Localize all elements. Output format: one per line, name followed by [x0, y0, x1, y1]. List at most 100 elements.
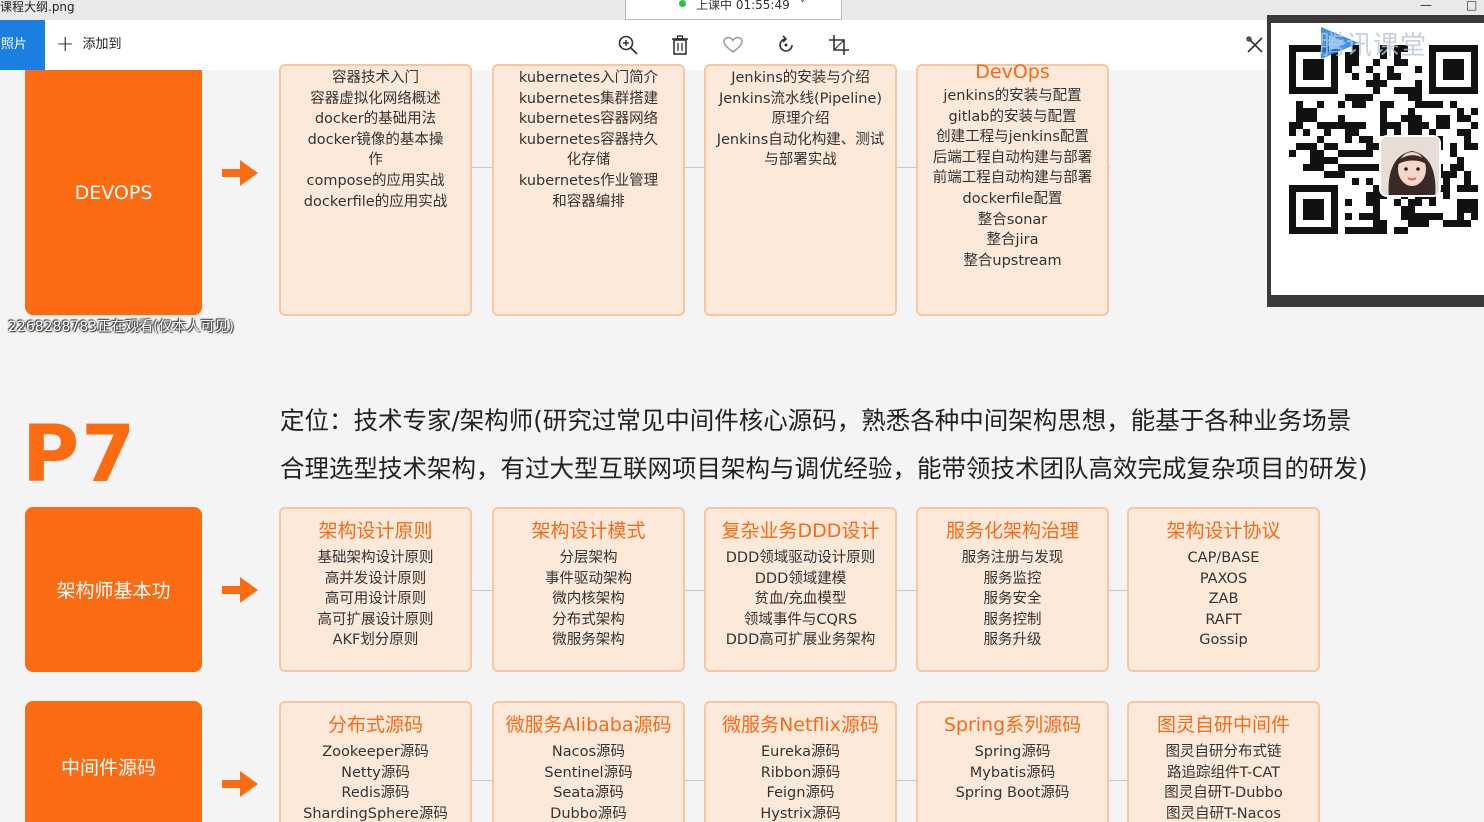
heart-icon[interactable] — [722, 34, 744, 56]
qr-module — [1345, 136, 1352, 143]
qr-module — [1317, 157, 1324, 164]
qr-module — [1296, 108, 1303, 115]
architect-card: 服务化架构治理 服务注册与发现 服务监控 服务安全 服务控制 服务升级 — [916, 507, 1109, 672]
arrow-right-icon — [222, 160, 258, 186]
qr-module — [1408, 94, 1415, 101]
card-item: 事件驱动架构 — [545, 570, 632, 587]
card-item: 容器技术入门 — [332, 70, 419, 86]
qr-module — [1443, 122, 1450, 129]
qr-module — [1296, 115, 1303, 122]
card-item: dockerfile配置 — [962, 190, 1063, 207]
card-item: gitlab的安装与配置 — [948, 108, 1077, 125]
window-titlebar: 课程大纲.png 上课中 01:55:49 ˅ — □ — [0, 0, 1484, 20]
qr-module — [1436, 122, 1443, 129]
qr-module — [1352, 94, 1359, 101]
live-timer[interactable]: 上课中 01:55:49 ˅ — [625, 0, 842, 20]
qr-module — [1422, 213, 1429, 220]
card-item: Nacos源码 — [551, 744, 626, 760]
qr-module — [1338, 171, 1345, 178]
qr-module — [1401, 115, 1408, 122]
qr-module — [1359, 136, 1366, 143]
card-item: ZAB — [1208, 591, 1239, 608]
qr-module — [1450, 150, 1457, 157]
middleware-card-title: 微服务Alibaba源码 — [505, 714, 672, 736]
qr-module — [1471, 185, 1478, 192]
qr-module — [1338, 115, 1345, 122]
card-item: kubernetes容器网络 — [518, 111, 659, 128]
qr-module — [1296, 122, 1303, 129]
qr-module — [1317, 164, 1324, 171]
chevron-down-icon[interactable]: ˅ — [800, 0, 806, 12]
devops-category-label: DEVOPS — [74, 181, 153, 204]
viewer-toolbar: 有照片 + 添加到 — [0, 20, 1484, 70]
qr-module — [1373, 227, 1380, 234]
arrow-right-icon — [222, 577, 258, 603]
card-item: compose的应用实战 — [306, 172, 445, 189]
qr-module — [1457, 206, 1464, 213]
edit-icon[interactable] — [1244, 34, 1266, 56]
qr-module — [1289, 122, 1296, 129]
card-item: 创建工程与jenkins配置 — [936, 129, 1089, 146]
qr-module — [1415, 80, 1422, 87]
card-item: 微内核架构 — [552, 591, 625, 608]
qr-module — [1415, 101, 1422, 108]
qr-module — [1457, 199, 1464, 206]
qr-module — [1345, 129, 1352, 136]
rotate-icon[interactable] — [775, 34, 797, 56]
card-item: 容器虚拟化网络概述 — [310, 90, 441, 107]
qr-module — [1366, 80, 1373, 87]
qr-module — [1303, 129, 1310, 136]
qr-module — [1464, 171, 1471, 178]
qr-module — [1457, 164, 1464, 171]
middleware-card-title: 微服务Netflix源码 — [722, 714, 879, 736]
qr-module — [1464, 220, 1471, 227]
qr-module — [1429, 213, 1436, 220]
card-item: 高可用设计原则 — [324, 591, 427, 608]
qr-module — [1450, 101, 1457, 108]
qr-module — [1345, 213, 1352, 220]
tab-photos[interactable]: 有照片 — [0, 20, 45, 70]
card-item: docker的基础用法 — [314, 111, 437, 128]
qr-module — [1457, 220, 1464, 227]
qr-module — [1345, 164, 1352, 171]
qr-module — [1373, 73, 1380, 80]
crop-icon[interactable] — [828, 34, 850, 56]
qr-module — [1317, 122, 1324, 129]
maximize-button[interactable]: □ — [1466, 0, 1477, 11]
qr-module — [1338, 164, 1345, 171]
trash-icon[interactable] — [669, 34, 691, 56]
card-item: Sentinel源码 — [544, 764, 633, 781]
devops-card-items: kubernetes入门简介 kubernetes集群搭建 kubernetes容器… — [494, 68, 683, 212]
architect-card-title: 架构设计原则 — [318, 520, 433, 542]
qr-module — [1457, 185, 1464, 192]
qr-module — [1457, 157, 1464, 164]
architect-card-items: CAP/BASE PAXOS ZAB RAFT Gossip — [1129, 548, 1318, 651]
card-item: 整合sonar — [977, 211, 1048, 228]
qr-module — [1457, 115, 1464, 122]
qr-module — [1303, 115, 1310, 122]
card-item: Dubbo源码 — [550, 805, 627, 822]
slide-image: DEVOPS 容器技术入门 容器虚拟化网络概述 docker的基础用法 docker镜… — [0, 61, 1484, 822]
qr-module — [1464, 185, 1471, 192]
qr-module — [1331, 157, 1338, 164]
qr-module — [1464, 129, 1471, 136]
card-item: 服务注册与发现 — [961, 550, 1064, 566]
qr-module — [1373, 80, 1380, 87]
add-to-button[interactable]: + 添加到 — [56, 34, 121, 56]
tab-photos-label: 有照片 — [0, 37, 28, 52]
card-item: 图灵自研分布式链 — [1165, 744, 1282, 760]
qr-module — [1401, 87, 1408, 94]
qr-module — [1366, 227, 1373, 234]
qr-module — [1352, 227, 1359, 234]
qr-module — [1380, 101, 1387, 108]
qr-module — [1366, 150, 1373, 157]
architect-card-items: 基础架构设计原则 高并发设计原则 高可用设计原则 高可扩展设计原则 AKF划分原则 — [281, 548, 470, 651]
qr-module — [1387, 101, 1394, 108]
qr-module — [1359, 227, 1366, 234]
qr-module — [1380, 80, 1387, 87]
minimize-button[interactable]: — — [1420, 0, 1432, 11]
card-item: 前端工程自动构建与部署 — [932, 170, 1093, 187]
zoom-in-icon[interactable] — [617, 34, 639, 56]
qr-module — [1345, 150, 1352, 157]
card-item: 原理介绍 — [771, 111, 830, 128]
